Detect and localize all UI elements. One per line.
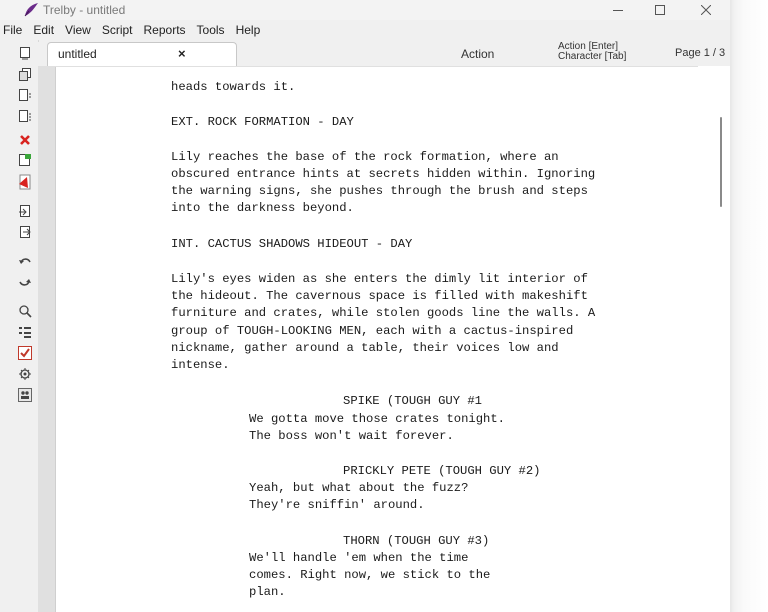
menu-bar: File Edit View Script Reports Tools Help xyxy=(0,21,730,40)
script-line-dialogue[interactable]: The boss won't wait forever. xyxy=(249,428,454,445)
element-key-hints: Action [Enter] Character [Tab] xyxy=(558,42,626,62)
find-icon[interactable] xyxy=(18,304,32,318)
close-window-button[interactable] xyxy=(684,0,728,20)
script-line-dialogue[interactable]: plan. xyxy=(249,584,286,601)
app-window: Trelby - untitled File Edit View Script … xyxy=(0,0,730,612)
menu-script[interactable]: Script xyxy=(96,21,138,40)
window-shadow xyxy=(730,0,768,612)
tab-bar: untitled × Action Action [Enter] Charact… xyxy=(38,42,730,67)
menu-help[interactable]: Help xyxy=(230,21,266,40)
script-page[interactable]: heads towards it. EXT. ROCK FORMATION - … xyxy=(55,67,699,612)
script-line-action[interactable]: group of TOUGH-LOOKING MEN, each with a … xyxy=(171,323,573,340)
menu-edit[interactable]: Edit xyxy=(27,21,59,40)
new-script-icon[interactable] xyxy=(18,46,32,60)
script-line-dialogue[interactable]: They're sniffin' around. xyxy=(249,497,425,514)
tab-key-hint: Character [Tab] xyxy=(558,51,627,62)
minimize-icon xyxy=(613,10,623,11)
script-line-scene-heading[interactable]: EXT. ROCK FORMATION - DAY xyxy=(171,114,354,131)
vertical-scrollbar[interactable] xyxy=(698,66,730,612)
script-line-action[interactable]: Lily's eyes widen as she enters the diml… xyxy=(171,271,588,288)
script-line-character[interactable]: THORN (TOUGH GUY #3) xyxy=(343,533,489,550)
menu-view[interactable]: View xyxy=(59,21,96,40)
import-icon[interactable] xyxy=(18,153,32,167)
spell-check-icon[interactable] xyxy=(18,346,32,360)
element-types-icon[interactable] xyxy=(18,325,32,339)
open-script-icon[interactable] xyxy=(18,67,32,81)
script-line-scene-heading[interactable]: INT. CACTUS SHADOWS HIDEOUT - DAY xyxy=(171,236,412,253)
revert-icon[interactable] xyxy=(18,225,32,239)
tab-close-icon[interactable]: × xyxy=(178,47,186,61)
close-icon xyxy=(701,5,711,15)
close-script-icon[interactable] xyxy=(18,133,32,147)
tab-label: untitled xyxy=(58,47,97,61)
script-line-action[interactable]: heads towards it. xyxy=(171,79,295,96)
script-line-action[interactable]: obscured entrance hints at secrets hidde… xyxy=(171,166,595,183)
settings-icon[interactable] xyxy=(18,367,32,381)
script-line-action[interactable]: the warning signs, she pushes through th… xyxy=(171,183,588,200)
script-line-action[interactable]: Lily reaches the base of the rock format… xyxy=(171,149,559,166)
save-script-icon[interactable] xyxy=(18,88,32,102)
script-line-action[interactable]: the hideout. The cavernous space is fill… xyxy=(171,288,588,305)
undo-icon[interactable] xyxy=(18,254,32,268)
export-icon[interactable] xyxy=(18,204,32,218)
script-line-dialogue[interactable]: comes. Right now, we stick to the xyxy=(249,567,490,584)
maximize-icon xyxy=(655,5,665,15)
script-line-action[interactable]: furniture and crates, while stolen goods… xyxy=(171,305,595,322)
page-indicator: Page 1 / 3 xyxy=(675,47,726,59)
script-line-dialogue[interactable]: Yeah, but what about the fuzz? xyxy=(249,480,468,497)
scrollbar-thumb[interactable] xyxy=(720,117,722,207)
trelby-quill-icon xyxy=(23,2,39,17)
title-bar[interactable]: Trelby - untitled xyxy=(0,0,730,20)
pdf-export-icon[interactable] xyxy=(18,174,32,190)
menu-file[interactable]: File xyxy=(0,21,27,40)
characters-icon[interactable] xyxy=(18,388,32,402)
script-line-action[interactable]: into the darkness beyond. xyxy=(171,200,354,217)
minimize-button[interactable] xyxy=(596,0,640,20)
maximize-button[interactable] xyxy=(638,0,682,20)
menu-reports[interactable]: Reports xyxy=(138,21,191,40)
redo-icon[interactable] xyxy=(18,275,32,289)
script-line-action[interactable]: intense. xyxy=(171,357,230,374)
save-as-icon[interactable] xyxy=(18,109,32,123)
script-line-action[interactable]: nickname, gather around a table, their v… xyxy=(171,340,559,357)
window-title: Trelby - untitled xyxy=(43,3,126,17)
tab-untitled[interactable]: untitled × xyxy=(47,42,237,66)
script-line-dialogue[interactable]: We'll handle 'em when the time xyxy=(249,550,468,567)
script-line-character[interactable]: SPIKE (TOUGH GUY #1 xyxy=(343,393,482,410)
current-element-type: Action xyxy=(461,47,495,61)
menu-tools[interactable]: Tools xyxy=(191,21,230,40)
vertical-toolbar xyxy=(0,40,39,612)
script-line-character[interactable]: PRICKLY PETE (TOUGH GUY #2) xyxy=(343,463,540,480)
script-line-dialogue[interactable]: We gotta move those crates tonight. xyxy=(249,411,505,428)
